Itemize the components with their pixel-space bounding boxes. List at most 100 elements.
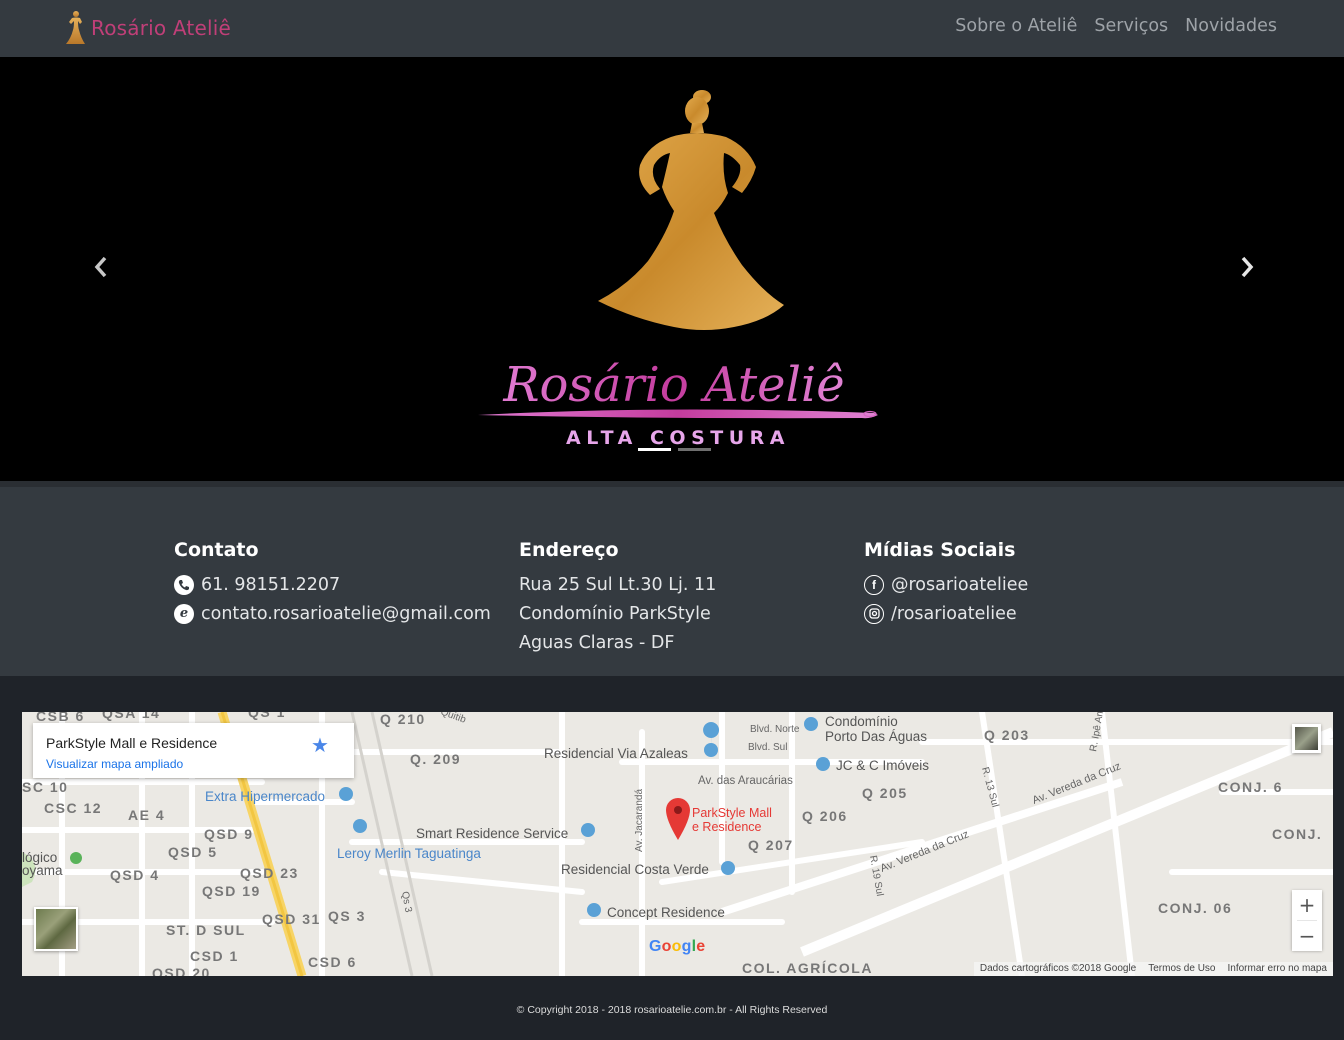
svg-text:QSA 14: QSA 14 — [102, 712, 160, 721]
svg-text:CSC 12: CSC 12 — [44, 800, 102, 816]
carousel-prev-button[interactable] — [86, 252, 116, 282]
info-section: Contato 61. 98151.2207 e contato.rosario… — [0, 487, 1344, 676]
svg-text:CONJ. 06: CONJ. 06 — [1158, 900, 1232, 916]
svg-text:ALTA COSTURA: ALTA COSTURA — [566, 427, 790, 449]
svg-text:e Residence: e Residence — [692, 820, 762, 834]
svg-text:Av. das Araucárias: Av. das Araucárias — [698, 775, 793, 787]
svg-text:ParkStyle Mall: ParkStyle Mall — [692, 806, 772, 820]
email-icon: e — [174, 603, 194, 624]
contact-heading: Contato — [174, 539, 259, 561]
instagram-line: /rosarioateliee — [864, 599, 1028, 628]
svg-text:Q 203: Q 203 — [984, 727, 1030, 743]
brand-name: Rosário Ateliê — [91, 16, 231, 40]
svg-text:Extra Hipermercado: Extra Hipermercado — [205, 789, 325, 804]
svg-text:QSD 23: QSD 23 — [240, 865, 299, 881]
svg-text:AE 4: AE 4 — [128, 807, 165, 823]
svg-text:Q 210: Q 210 — [380, 712, 426, 727]
instagram-handle[interactable]: /rosarioateliee — [891, 604, 1017, 624]
svg-text:COL. AGRÍCOLA: COL. AGRÍCOLA — [742, 960, 873, 976]
marker-label: ParkStyle Mall e Residence — [692, 806, 772, 834]
carousel-next-button[interactable] — [1232, 252, 1262, 282]
phone-line: 61. 98151.2207 — [174, 570, 491, 599]
svg-text:CONJ.: CONJ. — [1272, 826, 1322, 842]
map-data-credit: Dados cartográficos ©2018 Google — [979, 963, 1137, 974]
street-view-thumbnail[interactable] — [1292, 724, 1321, 753]
brand-link[interactable]: Rosário Ateliê — [62, 8, 231, 48]
svg-text:CSD 1: CSD 1 — [190, 948, 239, 964]
svg-text:QSD 5: QSD 5 — [168, 844, 218, 860]
google-map[interactable]: ParkStyle Mall e Residence CSB 6 QSA 14 … — [22, 712, 1333, 976]
social-column: Mídias Sociais f @rosarioateliee /rosari… — [864, 539, 1028, 628]
svg-text:QSD 20: QSD 20 — [152, 965, 211, 976]
svg-text:QSD 4: QSD 4 — [110, 867, 160, 883]
chevron-left-icon — [94, 256, 107, 278]
hero-carousel: Rosário Ateliê ALTA COSTURA — [0, 57, 1344, 481]
carousel-indicators — [638, 448, 711, 451]
phone-icon — [174, 574, 194, 595]
svg-text:Rosário Ateliê: Rosário Ateliê — [502, 357, 844, 413]
email-address[interactable]: contato.rosarioatelie@gmail.com — [201, 604, 491, 624]
zoom-in-button[interactable]: + — [1292, 890, 1322, 920]
save-star-icon[interactable]: ★ — [311, 733, 329, 757]
map-report-link[interactable]: Informar erro no mapa — [1222, 962, 1334, 976]
svg-text:CSD 6: CSD 6 — [308, 954, 357, 970]
address-line-3: Aguas Claras - DF — [519, 632, 675, 653]
facebook-icon: f — [864, 574, 884, 595]
map-terms-link[interactable]: Termos de Uso — [1142, 962, 1221, 976]
nav-link-sobre[interactable]: Sobre o Ateliê — [955, 16, 1077, 36]
social-heading: Mídias Sociais — [864, 539, 1016, 561]
facebook-line: f @rosarioateliee — [864, 570, 1028, 599]
svg-text:JC & C Imóveis: JC & C Imóveis — [836, 758, 929, 773]
place-title: ParkStyle Mall e Residence — [46, 735, 218, 751]
svg-text:QSD 9: QSD 9 — [204, 826, 254, 842]
svg-text:Concept Residence: Concept Residence — [607, 905, 725, 920]
copyright: © Copyright 2018 - 2018 rosarioatelie.co… — [516, 1004, 828, 1016]
svg-text:Condomínio: Condomínio — [825, 714, 898, 729]
carousel-indicator-2[interactable] — [678, 448, 711, 451]
svg-text:Porto Das Águas: Porto Das Águas — [825, 729, 927, 744]
navbar: Rosário Ateliê Sobre o Ateliê Serviços N… — [0, 0, 1344, 57]
google-logo: Google — [649, 938, 706, 955]
svg-text:Residencial Via Azaleas: Residencial Via Azaleas — [544, 746, 688, 761]
facebook-handle[interactable]: @rosarioateliee — [891, 575, 1028, 595]
address-heading: Endereço — [519, 539, 619, 561]
svg-text:Blvd. Norte: Blvd. Norte — [750, 724, 800, 735]
instagram-icon — [864, 603, 884, 624]
chevron-right-icon — [1241, 256, 1254, 278]
map-footer: Dados cartográficos ©2018 Google Termos … — [973, 962, 1334, 976]
nav-links: Sobre o Ateliê Serviços Novidades — [955, 16, 1277, 36]
address-column: Endereço Rua 25 Sul Lt.30 Lj. 11 Condomí… — [519, 539, 716, 657]
zoom-out-button[interactable]: − — [1292, 921, 1322, 951]
svg-text:Q 205: Q 205 — [862, 785, 908, 801]
address-line-1: Rua 25 Sul Lt.30 Lj. 11 — [519, 574, 717, 595]
zoom-controls: + − — [1292, 890, 1322, 951]
svg-text:oyama: oyama — [22, 863, 63, 878]
nav-link-servicos[interactable]: Serviços — [1094, 16, 1168, 36]
contact-column: Contato 61. 98151.2207 e contato.rosario… — [174, 539, 491, 628]
svg-text:Residencial Costa Verde: Residencial Costa Verde — [561, 862, 709, 877]
svg-text:QSD 31: QSD 31 — [262, 911, 321, 927]
place-card: ParkStyle Mall e Residence Visualizar ma… — [33, 723, 354, 778]
carousel-indicator-1[interactable] — [638, 448, 671, 451]
address-line-2: Condomínio ParkStyle — [519, 603, 711, 624]
svg-text:ST. D SUL: ST. D SUL — [166, 922, 246, 938]
svg-text:Q. 209: Q. 209 — [410, 751, 461, 767]
svg-text:Av. Jacarandá: Av. Jacarandá — [634, 789, 645, 852]
rosario-atelie-logo: Rosário Ateliê ALTA COSTURA — [478, 90, 878, 449]
phone-number[interactable]: 61. 98151.2207 — [201, 575, 340, 595]
view-larger-map-link[interactable]: Visualizar mapa ampliado — [46, 757, 183, 771]
svg-text:Smart Residence Service: Smart Residence Service — [416, 826, 568, 841]
svg-text:SC 10: SC 10 — [22, 779, 68, 795]
svg-text:QS 3: QS 3 — [328, 908, 366, 924]
email-line: e contato.rosarioatelie@gmail.com — [174, 599, 491, 628]
svg-text:Q 207: Q 207 — [748, 837, 794, 853]
nav-link-novidades[interactable]: Novidades — [1185, 16, 1277, 36]
svg-text:QS 1: QS 1 — [248, 712, 286, 720]
svg-text:Leroy Merlin Taguatinga: Leroy Merlin Taguatinga — [337, 846, 481, 861]
svg-text:QSD 19: QSD 19 — [202, 883, 261, 899]
dress-logo-icon — [66, 11, 85, 44]
svg-text:CONJ. 6: CONJ. 6 — [1218, 779, 1283, 795]
satellite-toggle[interactable] — [34, 907, 78, 951]
svg-text:Blvd. Sul: Blvd. Sul — [748, 742, 787, 753]
svg-text:Q 206: Q 206 — [802, 808, 848, 824]
